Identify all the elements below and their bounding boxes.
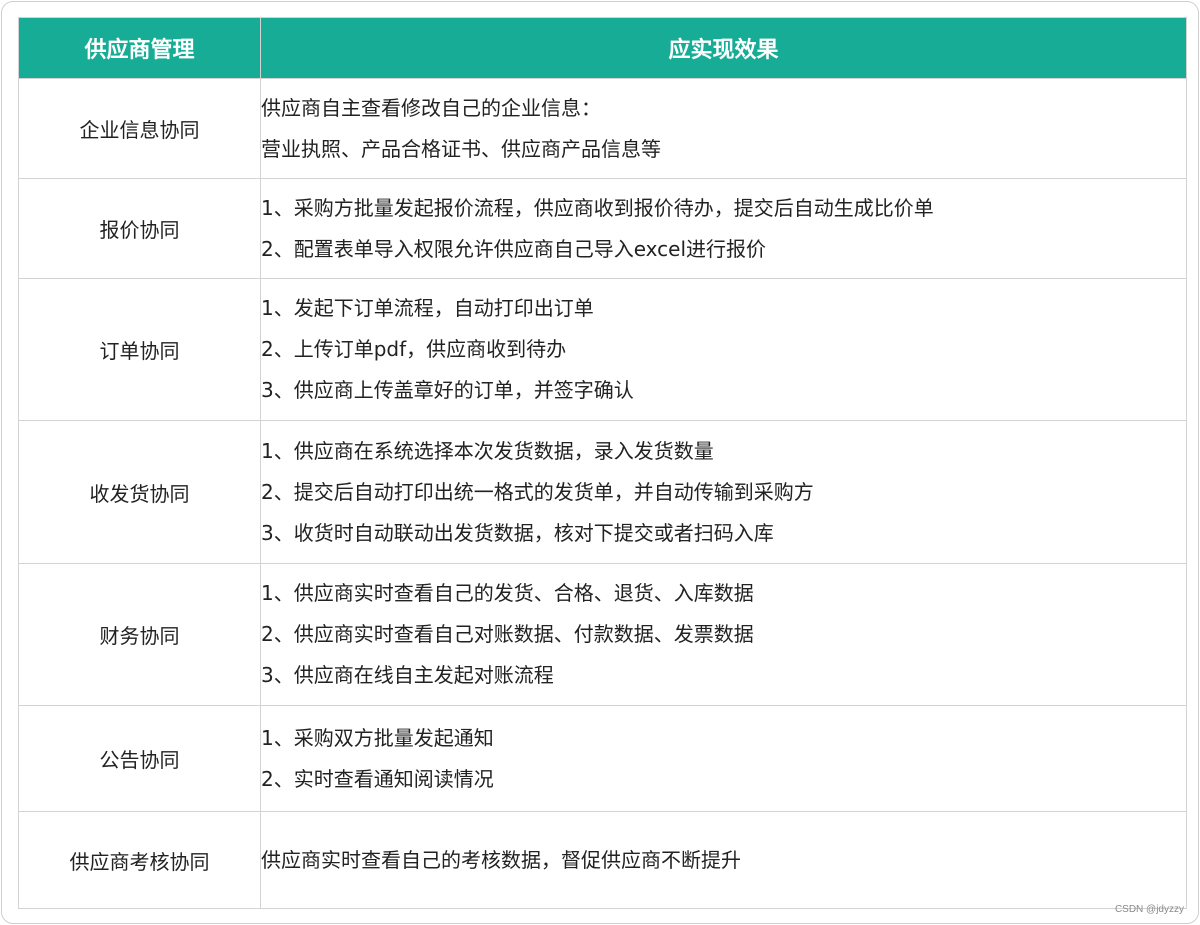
effect-line: 1、供应商在系统选择本次发货数据，录入发货数量: [261, 438, 714, 463]
effect-line: 营业执照、产品合格证书、供应商产品信息等: [261, 136, 661, 161]
effect-cell: 供应商自主查看修改自己的企业信息： 营业执照、产品合格证书、供应商产品信息等: [260, 78, 1187, 179]
header-module: 供应商管理: [18, 17, 261, 79]
effect-cell: 1、采购双方批量发起通知 2、实时查看通知阅读情况: [260, 705, 1187, 812]
module-cell: 公告协同: [18, 705, 261, 812]
effect-cell: 1、采购方批量发起报价流程，供应商收到报价待办，提交后自动生成比价单 2、配置表…: [260, 178, 1187, 279]
table-card: 供应商管理 应实现效果 企业信息协同 供应商自主查看修改自己的企业信息： 营业执…: [1, 1, 1199, 924]
effect-line: 2、提交后自动打印出统一格式的发货单，并自动传输到采购方: [261, 479, 814, 504]
effect-line: 2、配置表单导入权限允许供应商自己导入excel进行报价: [261, 236, 767, 261]
module-cell: 财务协同: [18, 563, 261, 706]
table-row: 订单协同 1、发起下订单流程，自动打印出订单 2、上传订单pdf，供应商收到待办…: [18, 278, 1187, 421]
module-cell: 企业信息协同: [18, 78, 261, 179]
table-row: 供应商考核协同 供应商实时查看自己的考核数据，督促供应商不断提升: [18, 811, 1187, 909]
table-row: 企业信息协同 供应商自主查看修改自己的企业信息： 营业执照、产品合格证书、供应商…: [18, 78, 1187, 179]
effect-line: 3、供应商在线自主发起对账流程: [261, 663, 554, 687]
effect-line: 1、发起下订单流程，自动打印出订单: [261, 296, 594, 320]
effect-cell: 供应商实时查看自己的考核数据，督促供应商不断提升: [260, 811, 1187, 909]
module-cell: 订单协同: [18, 278, 261, 421]
module-cell: 供应商考核协同: [18, 811, 261, 909]
header-effect: 应实现效果: [260, 17, 1187, 79]
effect-cell: 1、供应商实时查看自己的发货、合格、退货、入库数据 2、供应商实时查看自己对账数…: [260, 563, 1187, 706]
supplier-management-table: 供应商管理 应实现效果 企业信息协同 供应商自主查看修改自己的企业信息： 营业执…: [18, 17, 1187, 909]
effect-line: 供应商自主查看修改自己的企业信息：: [261, 95, 601, 120]
effect-line: 1、采购双方批量发起通知: [261, 725, 494, 750]
effect-line: 1、采购方批量发起报价流程，供应商收到报价待办，提交后自动生成比价单: [261, 195, 934, 220]
table-row: 报价协同 1、采购方批量发起报价流程，供应商收到报价待办，提交后自动生成比价单 …: [18, 178, 1187, 279]
watermark-text: CSDN @jdyzzy: [1114, 904, 1184, 915]
effect-cell: 1、供应商在系统选择本次发货数据，录入发货数量 2、提交后自动打印出统一格式的发…: [260, 420, 1187, 564]
table-row: 财务协同 1、供应商实时查看自己的发货、合格、退货、入库数据 2、供应商实时查看…: [18, 563, 1187, 706]
effect-line: 1、供应商实时查看自己的发货、合格、退货、入库数据: [261, 581, 754, 605]
module-cell: 收发货协同: [18, 420, 261, 564]
table-row: 收发货协同 1、供应商在系统选择本次发货数据，录入发货数量 2、提交后自动打印出…: [18, 420, 1187, 564]
effect-line: 3、供应商上传盖章好的订单，并签字确认: [261, 378, 634, 402]
effect-line: 2、供应商实时查看自己对账数据、付款数据、发票数据: [261, 622, 754, 646]
effect-line: 2、实时查看通知阅读情况: [261, 766, 494, 791]
table-header-row: 供应商管理 应实现效果: [18, 17, 1187, 79]
effect-line: 供应商实时查看自己的考核数据，督促供应商不断提升: [261, 847, 741, 872]
effect-cell: 1、发起下订单流程，自动打印出订单 2、上传订单pdf，供应商收到待办 3、供应…: [260, 278, 1187, 421]
effect-line: 3、收货时自动联动出发货数据，核对下提交或者扫码入库: [261, 520, 774, 545]
module-cell: 报价协同: [18, 178, 261, 279]
effect-line: 2、上传订单pdf，供应商收到待办: [261, 337, 567, 361]
table-row: 公告协同 1、采购双方批量发起通知 2、实时查看通知阅读情况: [18, 705, 1187, 812]
